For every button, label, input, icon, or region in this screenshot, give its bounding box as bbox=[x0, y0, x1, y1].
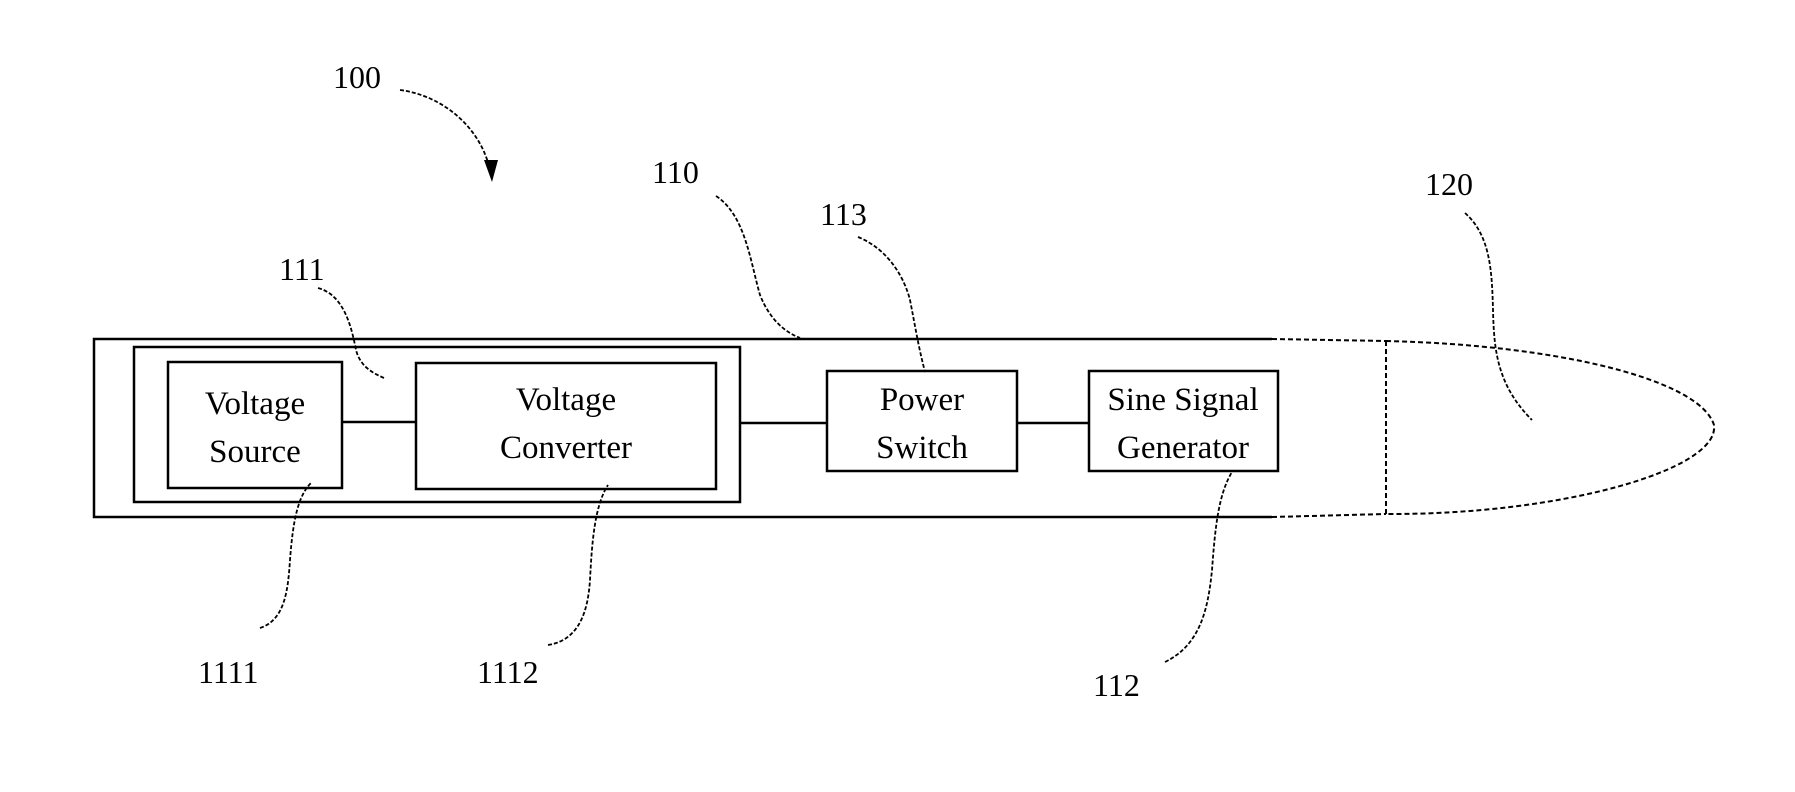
ref-label-111: 111 bbox=[279, 251, 325, 287]
leader-112 bbox=[1164, 471, 1233, 663]
voltage-source-line1: Voltage bbox=[205, 386, 305, 422]
power-switch-line1: Power bbox=[880, 382, 964, 418]
voltage-source-block: Voltage Source bbox=[166, 360, 344, 490]
leader-120 bbox=[1464, 212, 1533, 421]
leader-110 bbox=[715, 195, 801, 339]
ref-label-1111: 1111 bbox=[198, 654, 258, 690]
power-switch-block: Power Switch bbox=[825, 369, 1019, 473]
ref-label-112: 112 bbox=[1093, 667, 1140, 703]
voltage-converter-block: Voltage Converter bbox=[414, 361, 718, 491]
ref-label-120: 120 bbox=[1425, 166, 1473, 202]
voltage-converter-line2: Converter bbox=[500, 430, 632, 466]
leader-1111 bbox=[259, 481, 313, 629]
ref-label-110: 110 bbox=[652, 154, 699, 190]
tip-120-outline bbox=[1385, 340, 1716, 516]
voltage-converter-line1: Voltage bbox=[516, 382, 616, 418]
sine-generator-line1: Sine Signal bbox=[1107, 382, 1258, 418]
ref-label-1112: 1112 bbox=[477, 654, 539, 690]
power-module-111 bbox=[132, 345, 742, 504]
leader-1112 bbox=[547, 484, 609, 646]
patent-diagram: 100 Voltage Source Voltage Converter Pow… bbox=[92, 59, 1716, 703]
body-110-dashed-end bbox=[1271, 338, 1387, 518]
body-110-outline bbox=[92, 337, 1272, 519]
sine-signal-generator-block: Sine Signal Generator bbox=[1087, 369, 1280, 473]
voltage-source-line2: Source bbox=[209, 434, 301, 470]
leader-113 bbox=[857, 236, 926, 373]
leader-111 bbox=[317, 287, 385, 379]
sine-generator-line2: Generator bbox=[1117, 430, 1249, 466]
power-switch-line2: Switch bbox=[876, 430, 968, 466]
ref-label-113: 113 bbox=[820, 196, 867, 232]
device-arrow bbox=[399, 89, 491, 171]
ref-label-100: 100 bbox=[333, 59, 381, 95]
arrowhead-icon bbox=[484, 160, 498, 182]
